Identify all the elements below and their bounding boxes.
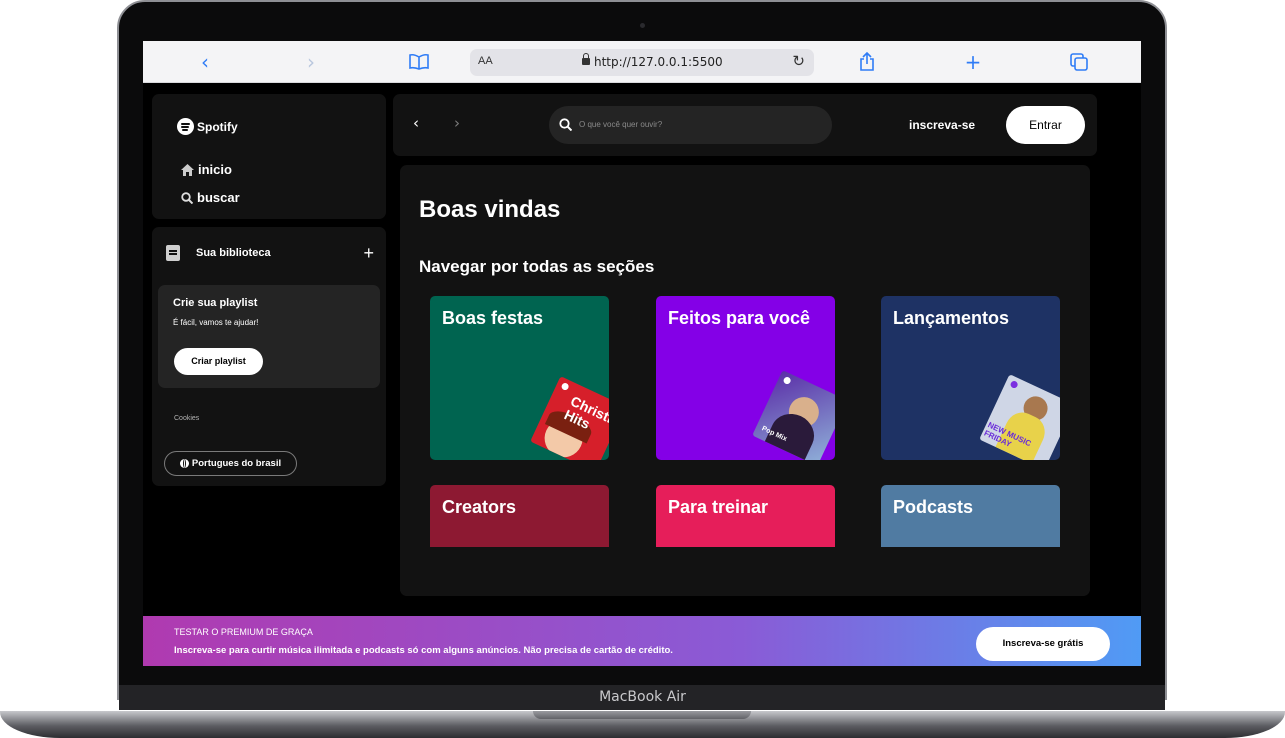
url-text: http://127.0.0.1:5500 (594, 55, 723, 69)
text-size-button[interactable]: AA (478, 55, 493, 67)
search-placeholder: O que você quer ouvir? (579, 120, 663, 129)
tabs-icon[interactable] (1068, 50, 1090, 74)
premium-banner-title: TESTAR O PREMIUM DE GRAÇA (174, 627, 313, 637)
lock-icon (582, 53, 590, 65)
reader-book-icon[interactable] (406, 50, 432, 74)
share-icon[interactable] (857, 50, 877, 74)
category-card-lancamentos[interactable]: Lançamentos NEW MUSIC FRIDAY (881, 296, 1060, 460)
home-icon (181, 163, 194, 176)
category-card-boas-festas[interactable]: Boas festas Christmas Hits (430, 296, 609, 460)
device-model-label: MacBook Air (599, 689, 686, 705)
nav-back-icon[interactable]: ‹ (413, 114, 419, 132)
section-title: Navegar por todas as seções (419, 257, 655, 276)
category-card-feitos-para-voce[interactable]: Feitos para você Pop Mix (656, 296, 835, 460)
create-playlist-subtitle: É fácil, vamos te ajudar! (173, 318, 259, 327)
back-icon[interactable]: ‹ (195, 50, 215, 74)
create-playlist-card: Crie sua playlist É fácil, vamos te ajud… (158, 285, 380, 388)
category-card-title: Feitos para você (668, 308, 811, 328)
category-card-title: Podcasts (893, 497, 974, 517)
page-title: Boas vindas (419, 196, 561, 223)
category-card-title: Creators (442, 497, 517, 517)
globe-icon (179, 459, 189, 468)
sidebar-nav-panel: Spotify inicio buscar (152, 94, 386, 219)
create-playlist-button[interactable]: Criar playlist (174, 348, 263, 375)
browser-toolbar: ‹ › AA http://127.0.0.1:5500 ↻ + (143, 41, 1141, 83)
premium-banner: TESTAR O PREMIUM DE GRAÇA Inscreva-se pa… (143, 616, 1141, 666)
language-button[interactable]: Portugues do brasil (164, 451, 297, 476)
login-button[interactable]: Entrar (1006, 106, 1085, 144)
sidebar-item-buscar[interactable]: buscar (181, 190, 240, 205)
library-header[interactable]: Sua biblioteca (166, 245, 271, 261)
category-card-title: Para treinar (668, 497, 769, 517)
library-title: Sua biblioteca (196, 247, 271, 259)
camera-dot (640, 23, 645, 28)
sidebar-item-label: buscar (197, 190, 240, 205)
forward-icon[interactable]: › (301, 50, 321, 74)
search-input[interactable]: O que você quer ouvir? (549, 106, 832, 144)
free-signup-button[interactable]: Inscreva-se grátis (976, 627, 1110, 661)
laptop-notch (533, 711, 751, 719)
library-panel: Sua biblioteca + Crie sua playlist É fác… (152, 227, 386, 486)
signup-link[interactable]: inscreva-se (909, 118, 975, 132)
category-card-title: Lançamentos (893, 308, 1010, 328)
category-card-title: Boas festas (442, 308, 544, 328)
premium-banner-text: Inscreva-se para curtir música ilimitada… (174, 645, 673, 656)
new-music-friday-cover: NEW MUSIC FRIDAY (979, 374, 1060, 460)
screen: ‹ › AA http://127.0.0.1:5500 ↻ + Spotify… (143, 41, 1141, 666)
christmas-hits-cover: Christmas Hits (530, 376, 609, 460)
main-content: Boas vindas Navegar por todas as seções … (400, 165, 1090, 596)
top-bar: ‹ › O que você quer ouvir? inscreva-se E… (393, 94, 1097, 156)
language-label: Portugues do brasil (191, 458, 282, 469)
search-icon (181, 191, 193, 204)
nav-forward-icon[interactable]: › (454, 114, 460, 132)
plus-icon[interactable]: + (363, 243, 374, 264)
reload-icon[interactable]: ↻ (792, 52, 805, 70)
cards-scroll-mask (400, 547, 1090, 596)
url-display: http://127.0.0.1:5500 (582, 53, 723, 69)
sidebar-item-label: inicio (198, 162, 232, 177)
pop-mix-cover: Pop Mix (752, 370, 835, 460)
cookies-link[interactable]: Cookies (174, 415, 199, 422)
create-playlist-title: Crie sua playlist (173, 297, 258, 309)
spotify-logo-icon (177, 118, 194, 135)
brand-name: Spotify (197, 119, 238, 134)
search-icon (559, 118, 572, 131)
sidebar-item-inicio[interactable]: inicio (181, 162, 232, 177)
spotify-logo[interactable]: Spotify (177, 118, 238, 135)
address-bar[interactable]: AA http://127.0.0.1:5500 ↻ (470, 49, 814, 76)
library-icon (166, 245, 180, 261)
new-tab-plus-icon[interactable]: + (963, 50, 983, 74)
